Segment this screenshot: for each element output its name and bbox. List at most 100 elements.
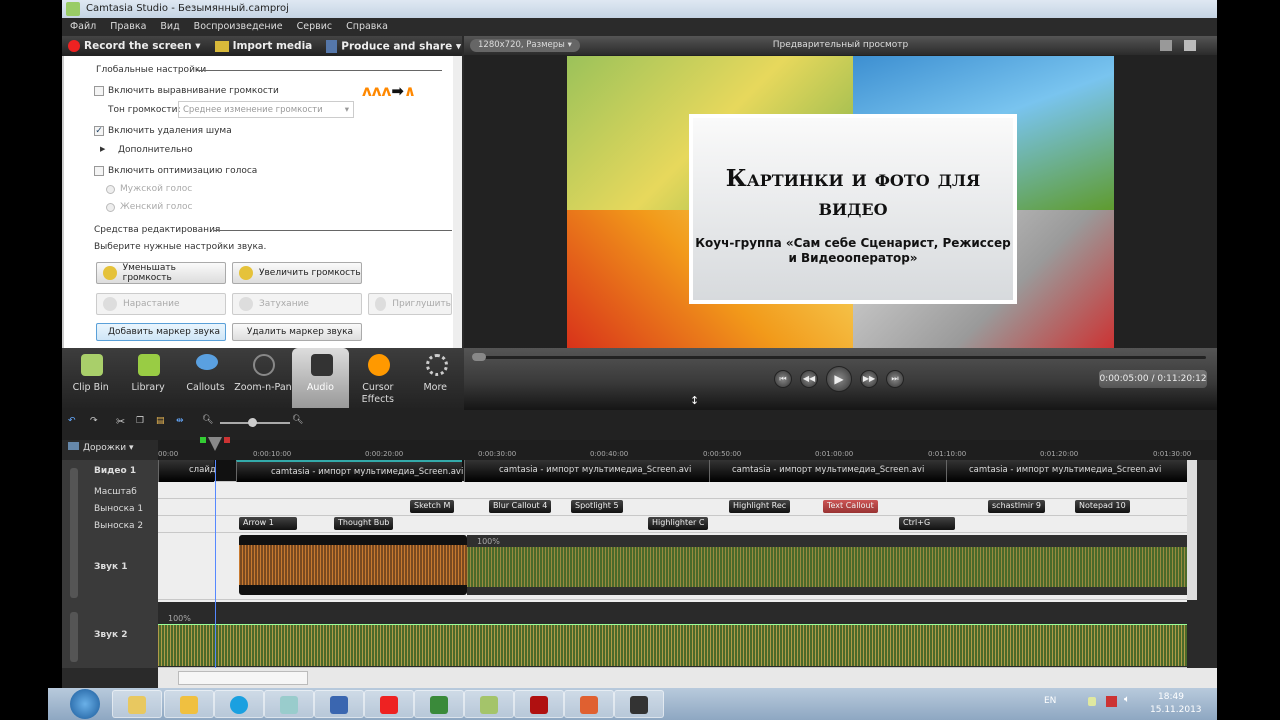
decrease-volume-button[interactable]: Уменьшать громкость: [96, 262, 226, 284]
tab-clip-bin[interactable]: Clip Bin: [62, 348, 119, 408]
language-indicator[interactable]: EN: [1044, 696, 1056, 706]
advanced-toggle[interactable]: Дополнительно: [118, 145, 193, 155]
video-clip[interactable]: camtasia - импорт мультимедиа_Screen.avi: [709, 460, 946, 482]
fade-out-button[interactable]: Затухание: [232, 293, 362, 315]
track-group-handle[interactable]: [70, 468, 78, 598]
undo-icon[interactable]: ↶: [68, 416, 76, 426]
voice-opt-checkbox[interactable]: [94, 166, 104, 176]
audio-clip[interactable]: [239, 535, 467, 595]
lock-icon[interactable]: [70, 612, 78, 662]
remove-audio-marker-button[interactable]: Удалить маркер звука: [232, 323, 362, 341]
callout-clip[interactable]: Highlighter C: [648, 517, 709, 530]
taskbar-notepad[interactable]: [264, 690, 314, 718]
clock-time[interactable]: 18:49: [1158, 692, 1184, 702]
skip-start-button[interactable]: ⏮: [774, 370, 792, 388]
expand-arrow-icon[interactable]: ▶: [100, 145, 105, 153]
callout-clip[interactable]: Spotlight 5: [571, 500, 623, 513]
taskbar-green-app[interactable]: [464, 690, 514, 718]
video-clip[interactable]: слайд: [158, 460, 216, 482]
menu-edit[interactable]: Правка: [110, 21, 146, 36]
track-label-video1[interactable]: Видео 1: [94, 466, 136, 476]
callout-clip[interactable]: schastlmir 9: [988, 500, 1046, 513]
clock-date[interactable]: 15.11.2013: [1150, 705, 1202, 715]
taskbar-camtasia-recorder[interactable]: [614, 690, 664, 718]
zoom-slider[interactable]: [220, 418, 290, 427]
panel-scrollbar[interactable]: [453, 56, 462, 348]
track-label-zoom[interactable]: Масштаб: [94, 487, 137, 497]
callout-clip[interactable]: Text Callout: [823, 500, 878, 513]
volume-icon[interactable]: 🔈︎: [1124, 694, 1130, 705]
start-button[interactable]: [70, 689, 100, 719]
fast-forward-button[interactable]: ▶▶: [860, 370, 878, 388]
track-label-callout1[interactable]: Выноска 1: [94, 504, 143, 514]
fade-in-button[interactable]: Нарастание: [96, 293, 226, 315]
mute-button[interactable]: Приглушить: [368, 293, 452, 315]
taskbar-outlook[interactable]: [164, 690, 214, 718]
callout-clip[interactable]: Thought Bub: [334, 517, 394, 530]
audio-clip[interactable]: 100%: [467, 535, 1187, 595]
tab-callouts[interactable]: Callouts: [177, 348, 234, 408]
increase-volume-button[interactable]: Увеличить громкость: [232, 262, 362, 284]
video-clip[interactable]: camtasia - импорт мультимедиа_Screen.avi: [946, 460, 1187, 482]
import-media-button[interactable]: Import media: [214, 40, 312, 52]
callout-clip[interactable]: Arrow 1: [239, 517, 297, 530]
volume-line[interactable]: [158, 624, 1187, 625]
female-voice-radio[interactable]: [106, 203, 115, 212]
paste-icon[interactable]: ▤: [156, 416, 165, 426]
record-screen-button[interactable]: Record the screen ▾: [68, 40, 201, 52]
tray-app-icon[interactable]: [1088, 697, 1096, 706]
taskbar-acrobat[interactable]: [514, 690, 564, 718]
noise-removal-checkbox[interactable]: ✓: [94, 126, 104, 136]
tab-cursor-effects[interactable]: Cursor Effects: [349, 348, 406, 408]
rewind-button[interactable]: ◀◀: [800, 370, 818, 388]
tab-more[interactable]: More: [407, 348, 464, 408]
tracks-menu[interactable]: Дорожки ▾: [68, 442, 134, 453]
taskbar-explorer[interactable]: [112, 690, 162, 718]
seek-bar[interactable]: [472, 353, 1206, 361]
playhead[interactable]: [200, 437, 230, 451]
tab-library[interactable]: Library: [119, 348, 176, 408]
menu-file[interactable]: Файл: [70, 21, 96, 36]
detach-icon[interactable]: [1184, 40, 1196, 51]
zoom-slider-thumb[interactable]: [248, 418, 257, 427]
add-audio-marker-button[interactable]: Добавить маркер звука: [96, 323, 226, 341]
menu-view[interactable]: Вид: [160, 21, 179, 36]
audio-clip[interactable]: 100%: [158, 604, 1187, 666]
menu-play[interactable]: Воспроизведение: [194, 21, 283, 36]
zoom-in-icon[interactable]: 🔍︎: [292, 415, 303, 425]
taskbar-word[interactable]: [314, 690, 364, 718]
male-voice-radio[interactable]: [106, 185, 115, 194]
track-label-audio1[interactable]: Звук 1: [94, 562, 127, 572]
callout-clip[interactable]: Ctrl+G: [899, 517, 955, 530]
antivirus-icon[interactable]: [1106, 696, 1117, 707]
split-icon[interactable]: ⇹: [176, 416, 184, 426]
timeline-ruler[interactable]: 00:00 0:00:10:00 0:00:20:00 0:00:30:00 0…: [158, 437, 1217, 460]
taskbar-skype[interactable]: [214, 690, 264, 718]
play-button[interactable]: ▶: [826, 366, 852, 392]
callout-clip[interactable]: Notepad 10: [1075, 500, 1130, 513]
callout-clip[interactable]: Sketch M: [410, 500, 455, 513]
track-label-audio2[interactable]: Звук 2: [94, 630, 127, 640]
volume-leveling-checkbox[interactable]: [94, 86, 104, 96]
callout-clip[interactable]: Blur Callout 4: [489, 500, 552, 513]
timeline-hscroll[interactable]: [158, 668, 1217, 688]
tab-zoom-n-pan[interactable]: Zoom-n-Pan: [234, 348, 292, 408]
produce-share-button[interactable]: Produce and share ▾: [326, 39, 461, 53]
skip-end-button[interactable]: ⏭: [886, 370, 904, 388]
menu-tools[interactable]: Сервис: [297, 21, 333, 36]
track-label-callout2[interactable]: Выноска 2: [94, 521, 143, 531]
hscroll-thumb[interactable]: [178, 671, 308, 685]
taskbar-excel[interactable]: [414, 690, 464, 718]
timeline-vscroll[interactable]: [1187, 460, 1197, 600]
menu-help[interactable]: Справка: [346, 21, 388, 36]
fullscreen-icon[interactable]: [1160, 40, 1172, 51]
volume-tone-select[interactable]: Среднее изменение громкости ▾: [178, 101, 354, 118]
video-clip[interactable]: camtasia - импорт мультимедиа_Screen.avi: [236, 460, 463, 482]
tab-audio[interactable]: Audio: [291, 348, 350, 408]
callout-clip[interactable]: Highlight Rec: [729, 500, 791, 513]
video-clip[interactable]: camtasia - импорт мультимедиа_Screen.avi: [464, 460, 709, 482]
redo-icon[interactable]: ↷: [90, 416, 98, 426]
taskbar-powerpoint[interactable]: [564, 690, 614, 718]
seek-handle[interactable]: [472, 353, 486, 361]
copy-icon[interactable]: ❐: [136, 416, 144, 426]
